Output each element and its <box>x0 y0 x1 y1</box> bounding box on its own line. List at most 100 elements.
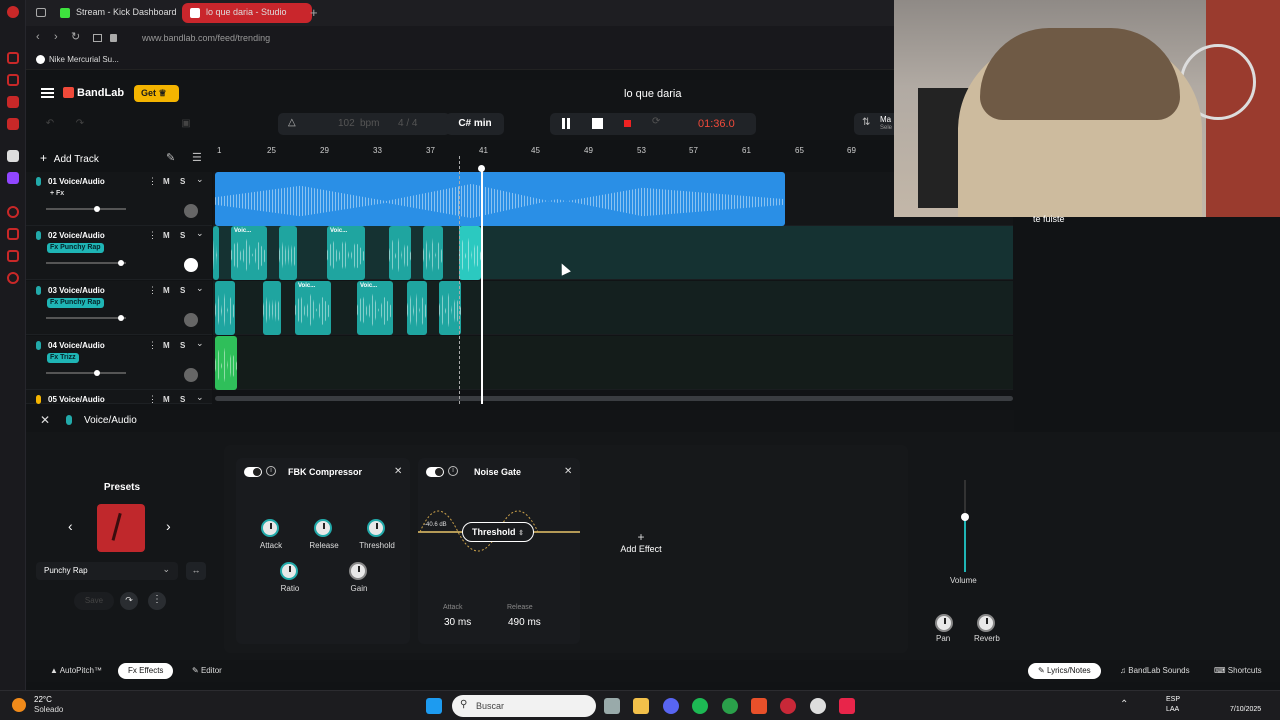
loop-icon[interactable]: ⟳ <box>652 116 660 127</box>
unlink-button[interactable]: ↔ <box>186 562 206 580</box>
timeline-ruler[interactable]: 1 25 29 33 37 41 45 49 53 57 61 65 69 <box>213 146 1013 162</box>
next-preset-icon[interactable]: › <box>166 518 171 534</box>
audio-clip-recording[interactable] <box>459 226 481 280</box>
audio-clip[interactable] <box>263 281 281 335</box>
solo-button[interactable]: S <box>180 286 185 295</box>
mic-icon[interactable] <box>36 395 41 404</box>
preset-select[interactable]: Punchy Rap ⌄ <box>36 562 178 580</box>
track-effects-badge[interactable]: + Fx <box>47 189 67 199</box>
file-explorer-icon[interactable] <box>633 698 649 714</box>
sidebar-icon-2[interactable] <box>7 74 19 86</box>
mic-icon[interactable] <box>36 177 41 186</box>
mute-button[interactable]: M <box>163 341 170 350</box>
tray-lang[interactable]: ESP <box>1166 696 1180 703</box>
track-volume-handle[interactable] <box>118 315 124 321</box>
chevron-down-icon[interactable]: ⌄ <box>196 228 204 239</box>
gate-attack-value[interactable]: 30 ms <box>444 617 471 628</box>
audio-clip[interactable]: Voic... <box>327 226 365 280</box>
track-header[interactable]: 02 Voice/Audio ⋮ M S ⌄ Fx Punchy Rap <box>26 226 212 280</box>
track-volume-handle[interactable] <box>94 370 100 376</box>
mute-button[interactable]: M <box>163 395 170 404</box>
twitch-icon[interactable] <box>7 172 19 184</box>
key-button[interactable]: C# min <box>446 113 504 135</box>
playhead-marker[interactable] <box>478 165 485 172</box>
weather-icon[interactable] <box>12 698 26 712</box>
bandlab-sounds-button[interactable]: ♫ BandLab Sounds <box>1110 663 1200 679</box>
info-icon[interactable]: i <box>448 466 458 476</box>
windows-start-icon[interactable] <box>426 698 442 714</box>
track-pan-knob[interactable] <box>184 258 198 272</box>
preset-image[interactable] <box>97 504 145 552</box>
settings-icon[interactable] <box>7 272 19 284</box>
volume-handle[interactable] <box>961 513 969 521</box>
solo-button[interactable]: S <box>180 395 185 404</box>
editor-tab[interactable]: ✎ Editor <box>182 663 232 679</box>
track-header[interactable]: 01 Voice/Audio ⋮ M S ⌄ + Fx <box>26 172 212 226</box>
close-panel-icon[interactable]: ✕ <box>40 413 50 427</box>
close-compressor-icon[interactable]: ✕ <box>394 466 402 477</box>
gain-knob[interactable] <box>349 562 367 580</box>
opera-logo-icon[interactable] <box>7 6 19 18</box>
tab-bandlab-studio[interactable]: lo que daria - Studio <box>182 3 312 23</box>
gate-release-value[interactable]: 490 ms <box>508 617 541 628</box>
spotify-icon[interactable] <box>692 698 708 714</box>
stop-icon[interactable] <box>592 118 603 129</box>
pan-knob[interactable] <box>935 614 953 632</box>
compressor-toggle[interactable] <box>244 467 262 477</box>
sidebar-icon-6[interactable] <box>7 228 19 240</box>
track-pan-knob[interactable] <box>184 204 198 218</box>
brave-icon[interactable] <box>751 698 767 714</box>
app-icon[interactable] <box>810 698 826 714</box>
more-icon[interactable]: ⋮ <box>148 230 157 241</box>
solo-button[interactable]: S <box>180 341 185 350</box>
time-signature[interactable]: 4 / 4 <box>398 118 417 129</box>
audio-clip[interactable]: Voic... <box>295 281 331 335</box>
effects-tab[interactable]: Fx Effects <box>118 663 174 679</box>
undo-button[interactable]: ↶ <box>36 113 64 135</box>
discord-icon[interactable] <box>663 698 679 714</box>
mute-button[interactable]: M <box>163 177 170 186</box>
volume-fader[interactable] <box>961 480 969 572</box>
track-name[interactable]: 04 Voice/Audio <box>48 341 105 350</box>
track-effects-badge[interactable]: Fx Punchy Rap <box>47 298 104 308</box>
track-name[interactable]: 05 Voice/Audio <box>48 395 105 404</box>
mic-icon[interactable] <box>36 286 41 295</box>
track-name[interactable]: 03 Voice/Audio <box>48 286 105 295</box>
tray-chevron-icon[interactable]: ⌃ <box>1120 699 1128 710</box>
track-pan-knob[interactable] <box>184 368 198 382</box>
horizontal-scrollbar[interactable] <box>215 396 1013 401</box>
track-pan-knob[interactable] <box>184 313 198 327</box>
sidebar-icon-5[interactable] <box>7 206 19 218</box>
track-effects-badge[interactable]: Fx Punchy Rap <box>47 243 104 253</box>
menu-icon[interactable] <box>41 88 54 98</box>
chevron-down-icon[interactable]: ⌄ <box>196 392 204 403</box>
autopitch-button[interactable]: ▲ AutoPitch™ <box>40 663 112 679</box>
more-icon[interactable]: ⋮ <box>148 394 157 405</box>
track-effects-badge[interactable]: Fx Trizz <box>47 353 79 363</box>
opera-gx-icon[interactable] <box>780 698 796 714</box>
record-icon[interactable] <box>624 120 631 127</box>
audio-clip[interactable] <box>215 336 237 390</box>
reload-icon[interactable]: ↻ <box>71 30 80 43</box>
bpm-value[interactable]: 102 <box>338 118 355 129</box>
track-name[interactable]: 02 Voice/Audio <box>48 231 105 240</box>
add-effect-button[interactable]: + Add Effect <box>606 530 676 560</box>
lyrics-notes-button[interactable]: ✎ Lyrics/Notes <box>1028 663 1101 679</box>
track-header[interactable]: 04 Voice/Audio ⋮ M S ⌄ Fx Trizz <box>26 336 212 390</box>
new-tab-button[interactable]: + <box>310 5 318 20</box>
audio-clip[interactable] <box>279 226 297 280</box>
mixer-icon[interactable]: ☰ <box>192 151 202 164</box>
playhead[interactable] <box>481 168 483 404</box>
solo-button[interactable]: S <box>180 231 185 240</box>
attack-knob[interactable] <box>261 519 279 537</box>
share-button[interactable]: ↷ <box>120 592 138 610</box>
close-noise-gate-icon[interactable]: ✕ <box>564 466 572 477</box>
more-icon[interactable]: ⋮ <box>148 285 157 296</box>
mic-icon[interactable] <box>36 341 41 350</box>
tiktok-icon[interactable] <box>839 698 855 714</box>
more-icon[interactable]: ⋮ <box>148 340 157 351</box>
info-icon[interactable]: i <box>266 466 276 476</box>
task-view-icon[interactable] <box>604 698 620 714</box>
audio-clip[interactable]: Voic... <box>357 281 393 335</box>
audio-clip[interactable] <box>407 281 427 335</box>
